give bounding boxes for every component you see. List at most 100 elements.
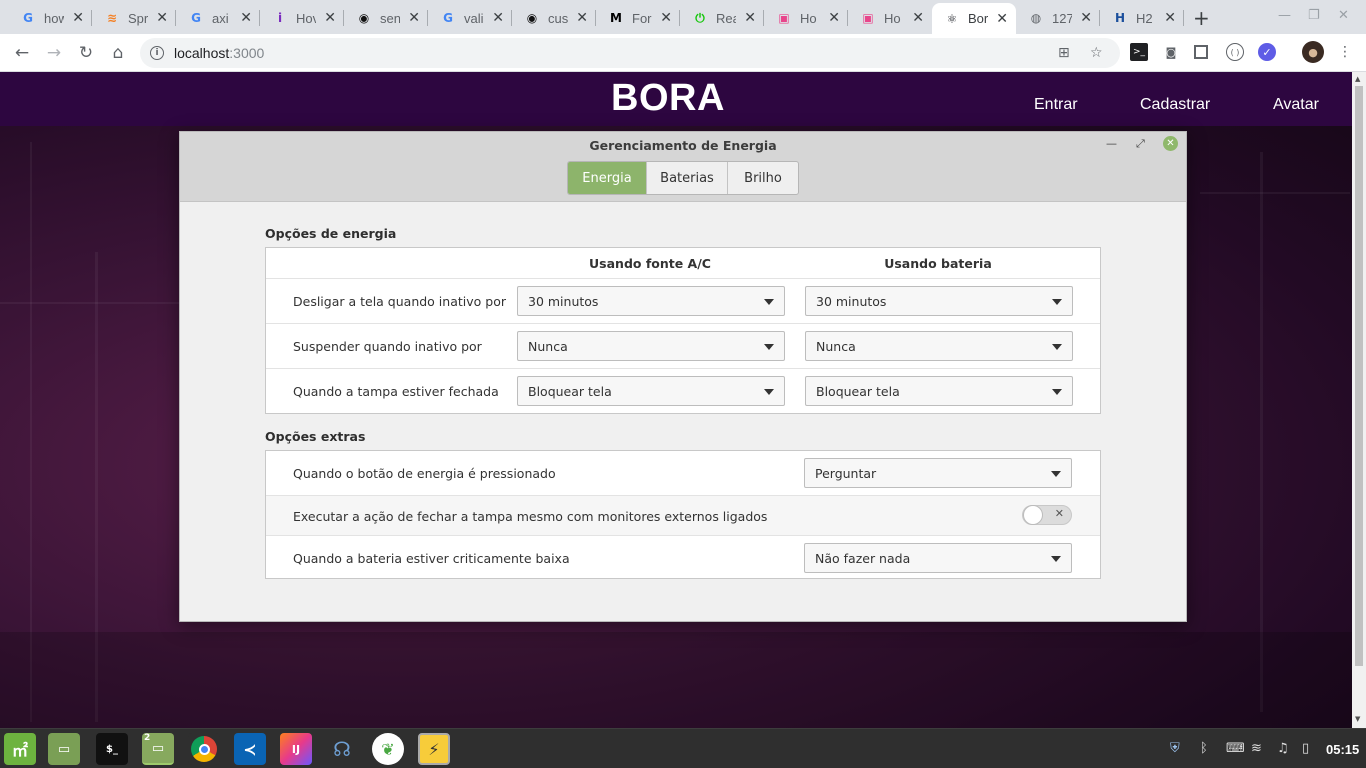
browser-menu-icon[interactable]: ⋮ xyxy=(1336,43,1354,61)
critical-battery-value: Não fazer nada xyxy=(815,550,911,566)
tab-close-icon[interactable]: ✕ xyxy=(492,10,504,26)
reload-icon[interactable]: ↻ xyxy=(75,42,97,64)
terminal-extension-icon[interactable]: >_ xyxy=(1130,43,1148,61)
postgres-icon[interactable]: ☊ xyxy=(326,733,358,765)
browser-tab-4[interactable]: ◉ sen ✕ xyxy=(344,4,428,32)
keyboard-icon[interactable]: ⌨ xyxy=(1226,741,1245,756)
page-scrollbar[interactable]: ▲ ▼ xyxy=(1352,72,1366,728)
address-bar[interactable]: i localhost:3000 ⊞ ☆ xyxy=(140,38,1120,68)
site-info-icon[interactable]: i xyxy=(150,46,164,60)
tab-close-icon[interactable]: ✕ xyxy=(240,10,252,26)
tab-close-icon[interactable]: ✕ xyxy=(660,10,672,26)
tab-brilho[interactable]: Brilho xyxy=(728,162,798,194)
screen-capture-icon[interactable] xyxy=(1194,45,1208,59)
shield-icon[interactable]: ⛨ xyxy=(1170,741,1180,756)
browser-tab-9[interactable]: ▣ Ho ✕ xyxy=(764,4,848,32)
mint-menu-icon[interactable]: ㎡ xyxy=(4,733,36,765)
scrollbar-thumb[interactable] xyxy=(1355,86,1363,666)
check-extension-icon[interactable]: ✓ xyxy=(1258,43,1276,61)
vscode-icon[interactable]: ≺ xyxy=(234,733,266,765)
tab-close-icon[interactable]: ✕ xyxy=(1080,10,1092,26)
browser-tab-10[interactable]: ▣ Ho ✕ xyxy=(848,4,932,32)
chevron-down-icon xyxy=(764,344,774,350)
login-link[interactable]: Entrar xyxy=(1034,96,1078,114)
intellij-icon[interactable]: IJ xyxy=(280,733,312,765)
dialog-maximize-icon[interactable]: ⤢ xyxy=(1136,137,1145,151)
scroll-up-icon[interactable]: ▲ xyxy=(1355,75,1360,83)
camera-extension-icon[interactable]: ◙ xyxy=(1162,43,1180,61)
tab-close-icon[interactable]: ✕ xyxy=(324,10,336,26)
browser-tab-2[interactable]: Gaxi ✕ xyxy=(176,4,260,32)
close-window-icon[interactable]: ✕ xyxy=(1338,8,1349,23)
critical-battery-select[interactable]: Não fazer nada xyxy=(804,543,1072,573)
browser-tab-6[interactable]: ◉ cus ✕ xyxy=(512,4,596,32)
brand-logo[interactable]: BORA xyxy=(611,77,725,120)
power-button-select[interactable]: Perguntar xyxy=(804,458,1072,488)
dialog-minimize-icon[interactable]: — xyxy=(1106,137,1117,150)
battery-column-header: Usando bateria xyxy=(884,256,992,271)
lid-closed-battery-select[interactable]: Bloquear tela xyxy=(805,376,1073,406)
browser-tab-1[interactable]: ≋ Spr ✕ xyxy=(92,4,176,32)
tab-close-icon[interactable]: ✕ xyxy=(912,10,924,26)
tab-title: cus xyxy=(548,10,568,26)
chrome-icon[interactable] xyxy=(188,733,220,765)
sound-icon[interactable]: ♫ xyxy=(1277,741,1289,756)
screen-off-ac-select[interactable]: 30 minutos xyxy=(517,286,785,316)
mongodb-icon[interactable]: ❦ xyxy=(372,733,404,765)
minimize-window-icon[interactable]: — xyxy=(1278,8,1291,23)
back-icon[interactable]: ← xyxy=(11,42,33,64)
browser-tab-0[interactable]: Ghow ✕ xyxy=(8,4,92,32)
forward-icon[interactable]: → xyxy=(43,42,65,64)
profile-avatar[interactable]: ● xyxy=(1302,41,1324,63)
tab-title: Bor xyxy=(968,11,988,26)
register-link[interactable]: Cadastrar xyxy=(1140,96,1210,114)
suspend-ac-select[interactable]: Nunca xyxy=(517,331,785,361)
lid-closed-label: Quando a tampa estiver fechada xyxy=(293,384,499,399)
os-taskbar: ㎡ ▭ $_ 2 ▭ ≺ IJ ☊ ❦ ⚡ ⛨ ᛒ ⌨ ≋ ♫ ▯ 05:15 xyxy=(0,728,1366,768)
devtools-extension-icon[interactable]: ( ) xyxy=(1226,43,1244,61)
extra-options-heading: Opções extras xyxy=(265,429,366,444)
browser-tab-13[interactable]: H H2 ✕ xyxy=(1100,4,1184,32)
battery-icon[interactable]: ▯ xyxy=(1302,741,1309,756)
tab-favicon-icon: ▣ xyxy=(778,11,790,25)
tab-baterias[interactable]: Baterias xyxy=(647,162,728,194)
tab-close-icon[interactable]: ✕ xyxy=(72,10,84,26)
tab-close-icon[interactable]: ✕ xyxy=(1164,10,1176,26)
bookmark-star-icon[interactable]: ☆ xyxy=(1090,45,1103,61)
terminal-icon[interactable]: $_ xyxy=(96,733,128,765)
translate-icon[interactable]: ⊞ xyxy=(1058,45,1070,61)
power-manager-icon[interactable]: ⚡ xyxy=(418,733,450,765)
tab-favicon-icon: H xyxy=(1114,11,1126,25)
avatar-link[interactable]: Avatar xyxy=(1273,96,1319,114)
tab-energia[interactable]: Energia xyxy=(568,162,647,194)
show-desktop-icon[interactable]: ▭ xyxy=(48,733,80,765)
clock[interactable]: 05:15 xyxy=(1326,742,1359,757)
maximize-window-icon[interactable]: ❐ xyxy=(1308,8,1320,23)
tab-title: For xyxy=(632,10,652,26)
browser-tab-12[interactable]: ◍ 127 ✕ xyxy=(1016,4,1100,32)
lid-external-row: Executar a ação de fechar a tampa mesmo … xyxy=(266,495,1100,535)
browser-tab-11[interactable]: ⚛ Bor ✕ xyxy=(932,3,1016,34)
wifi-icon[interactable]: ≋ xyxy=(1251,741,1262,756)
tab-close-icon[interactable]: ✕ xyxy=(828,10,840,26)
dialog-close-icon[interactable]: ✕ xyxy=(1163,136,1178,151)
file-manager-icon[interactable]: 2 ▭ xyxy=(142,733,174,765)
browser-tab-8[interactable]: ⏻ Rea ✕ xyxy=(680,4,764,32)
suspend-battery-select[interactable]: Nunca xyxy=(805,331,1073,361)
tab-close-icon[interactable]: ✕ xyxy=(408,10,420,26)
tab-title: Ho xyxy=(884,10,901,26)
new-tab-button[interactable]: + xyxy=(1193,6,1210,30)
tab-close-icon[interactable]: ✕ xyxy=(156,10,168,26)
browser-tab-5[interactable]: Gvali ✕ xyxy=(428,4,512,32)
tab-close-icon[interactable]: ✕ xyxy=(576,10,588,26)
browser-tab-3[interactable]: i Hov ✕ xyxy=(260,4,344,32)
home-icon[interactable]: ⌂ xyxy=(107,42,129,64)
lid-external-toggle[interactable]: ✕ xyxy=(1022,505,1072,525)
tab-close-icon[interactable]: ✕ xyxy=(744,10,756,26)
lid-closed-ac-select[interactable]: Bloquear tela xyxy=(517,376,785,406)
scroll-down-icon[interactable]: ▼ xyxy=(1355,715,1360,723)
tab-close-icon[interactable]: ✕ xyxy=(996,11,1008,27)
bluetooth-icon[interactable]: ᛒ xyxy=(1200,741,1208,756)
browser-tab-7[interactable]: M For ✕ xyxy=(596,4,680,32)
screen-off-battery-select[interactable]: 30 minutos xyxy=(805,286,1073,316)
